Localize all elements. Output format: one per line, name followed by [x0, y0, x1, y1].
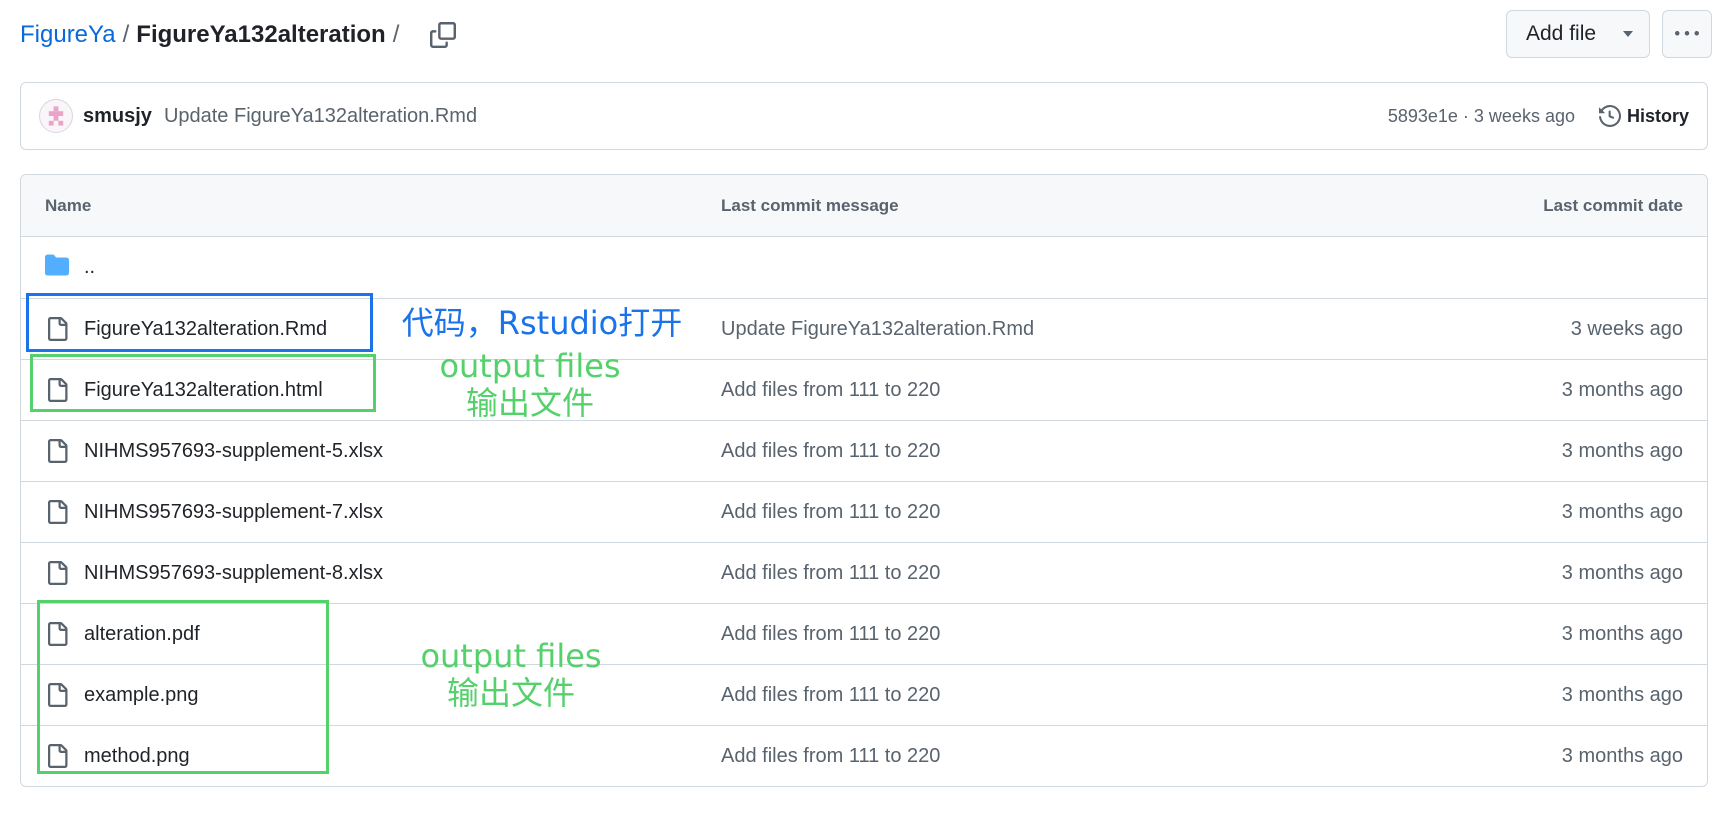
add-file-label: Add file	[1526, 22, 1597, 45]
annotation-output-en: output files	[420, 637, 602, 675]
annotation-output-zh: 输出文件	[446, 673, 575, 712]
table-row[interactable]: example.png Add files from 111 to 220 3 …	[21, 664, 1707, 725]
file-table: Name Last commit message Last commit dat…	[20, 174, 1708, 787]
file-name-link[interactable]: NIHMS957693-supplement-5.xlsx	[84, 440, 383, 463]
commit-message-link[interactable]: Add files from 111 to 220	[721, 684, 940, 707]
commit-date: 3 weeks ago	[1570, 317, 1683, 340]
commit-date: 3 months ago	[1561, 439, 1683, 462]
table-header: Name Last commit message Last commit dat…	[21, 175, 1707, 237]
history-label: History	[1626, 105, 1689, 126]
file-name-link[interactable]: NIHMS957693-supplement-7.xlsx	[84, 501, 383, 524]
file-name-link[interactable]: example.png	[84, 684, 199, 707]
latest-commit-bar: smusjy Update FigureYa132alteration.Rmd …	[20, 82, 1708, 150]
caret-down-icon	[1623, 31, 1633, 37]
commit-date: 3 months ago	[1561, 622, 1683, 645]
breadcrumb-root-link[interactable]: FigureYa	[20, 21, 116, 49]
file-icon	[48, 561, 68, 585]
file-icon	[48, 744, 68, 768]
parent-directory-link[interactable]: ..	[84, 256, 95, 279]
commit-meta: 5893e1e · 3 weeks ago History	[1388, 105, 1689, 127]
file-icon	[48, 439, 68, 463]
commit-message-link[interactable]: Add files from 111 to 220	[721, 562, 940, 585]
avatar[interactable]	[39, 99, 73, 133]
commit-author-link[interactable]: smusjy	[83, 105, 152, 128]
annotation-output-zh: 输出文件	[465, 383, 594, 422]
commit-message-link[interactable]: Add files from 111 to 220	[721, 379, 940, 402]
commit-date: 3 months ago	[1561, 378, 1683, 401]
file-name-link[interactable]: alteration.pdf	[84, 623, 200, 646]
folder-icon	[45, 254, 69, 276]
history-icon	[1598, 105, 1621, 127]
table-row[interactable]: FigureYa132alteration.html Add files fro…	[21, 359, 1707, 420]
commit-message-link[interactable]: Add files from 111 to 220	[721, 440, 940, 463]
kebab-horizontal-icon	[1675, 31, 1699, 36]
table-row[interactable]: alteration.pdf Add files from 111 to 220…	[21, 603, 1707, 664]
file-icon	[48, 683, 68, 707]
file-icon	[48, 317, 68, 341]
table-row[interactable]: NIHMS957693-supplement-7.xlsx Add files …	[21, 481, 1707, 542]
commit-sha-and-time[interactable]: 5893e1e · 3 weeks ago	[1388, 106, 1575, 127]
add-file-button[interactable]: Add file	[1506, 10, 1650, 58]
copy-path-button[interactable]	[428, 20, 458, 50]
column-header-date: Last commit date	[1543, 195, 1683, 215]
identicon-icon	[48, 106, 64, 126]
annotation-output-label-bottom: output files 输出文件	[401, 638, 621, 712]
breadcrumb-separator: /	[122, 21, 130, 48]
commit-date: 3 months ago	[1561, 683, 1683, 706]
commit-message-link[interactable]: Add files from 111 to 220	[721, 623, 940, 646]
table-row[interactable]: method.png Add files from 111 to 220 3 m…	[21, 725, 1707, 786]
column-header-name: Name	[45, 195, 92, 215]
annotation-code-label: 代码，Rstudio打开	[401, 304, 683, 342]
file-name-link[interactable]: FigureYa132alteration.html	[84, 379, 323, 402]
annotation-output-label-top: output files 输出文件	[420, 348, 640, 422]
parent-directory-row[interactable]: ..	[21, 237, 1707, 298]
commit-message-link[interactable]: Add files from 111 to 220	[721, 501, 940, 524]
copy-icon	[430, 22, 457, 48]
file-icon	[48, 622, 68, 646]
commit-message-link[interactable]: Update FigureYa132alteration.Rmd	[721, 318, 1034, 341]
table-row[interactable]: NIHMS957693-supplement-5.xlsx Add files …	[21, 420, 1707, 481]
table-row[interactable]: NIHMS957693-supplement-8.xlsx Add files …	[21, 542, 1707, 603]
breadcrumb-current: FigureYa132alteration	[136, 21, 386, 48]
history-button[interactable]: History	[1598, 105, 1689, 127]
breadcrumb-trailing-separator: /	[392, 21, 400, 48]
commit-message-link[interactable]: Add files from 111 to 220	[721, 745, 940, 768]
file-icon	[48, 378, 68, 402]
more-options-button[interactable]	[1662, 10, 1712, 58]
commit-date: 3 months ago	[1561, 500, 1683, 523]
file-name-link[interactable]: FigureYa132alteration.Rmd	[84, 318, 327, 341]
commit-date: 3 months ago	[1561, 561, 1683, 584]
file-icon	[48, 500, 68, 524]
commit-message-link[interactable]: Update FigureYa132alteration.Rmd	[164, 105, 477, 128]
annotation-output-en: output files	[439, 347, 621, 385]
breadcrumb: FigureYa / FigureYa132alteration /	[20, 18, 458, 52]
file-name-link[interactable]: method.png	[84, 745, 190, 768]
column-header-message: Last commit message	[721, 195, 899, 215]
file-name-link[interactable]: NIHMS957693-supplement-8.xlsx	[84, 562, 383, 585]
table-row[interactable]: FigureYa132alteration.Rmd Update FigureY…	[21, 298, 1707, 359]
commit-date: 3 months ago	[1561, 744, 1683, 767]
